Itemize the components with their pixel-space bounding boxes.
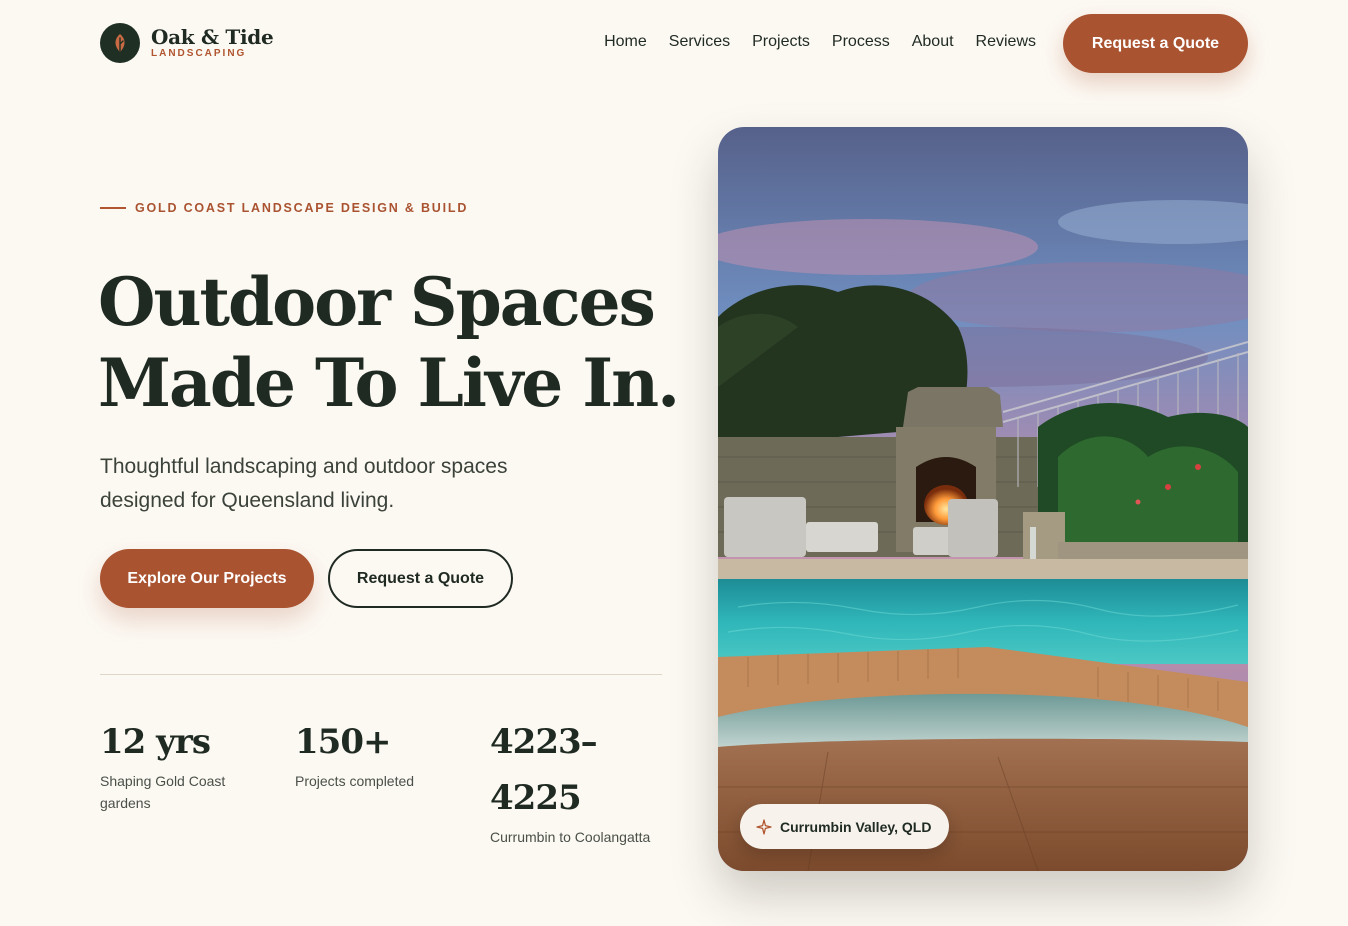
stat-years: 12 yrs Shaping Gold Coast gardens xyxy=(100,714,250,814)
location-badge: Currumbin Valley, QLD xyxy=(740,804,950,849)
stat-value: 12 yrs xyxy=(100,722,211,762)
headline-line-1: Outdoor Spaces xyxy=(98,263,656,341)
site-header: Oak & Tide LANDSCAPING Home Services Pro… xyxy=(100,14,1248,73)
nav-projects[interactable]: Projects xyxy=(752,33,810,51)
hero-eyebrow: GOLD COAST LANDSCAPE DESIGN & BUILD xyxy=(100,201,468,215)
location-text: Currumbin Valley, QLD xyxy=(780,818,932,835)
hero-headline: Outdoor Spaces Made To Live In. xyxy=(98,262,680,424)
nav-about[interactable]: About xyxy=(912,33,954,51)
nav-process[interactable]: Process xyxy=(832,33,890,51)
brand-tagline: LANDSCAPING xyxy=(151,48,247,59)
hero-image: Currumbin Valley, QLD xyxy=(718,127,1248,871)
eyebrow-text: GOLD COAST LANDSCAPE DESIGN & BUILD xyxy=(135,201,469,215)
sparkle-icon xyxy=(756,818,772,835)
stat-value: 150+ xyxy=(295,722,391,762)
stat-value: 4223–4225 xyxy=(490,722,598,818)
request-quote-button[interactable]: Request a Quote xyxy=(328,549,513,608)
leaf-icon xyxy=(100,23,140,63)
headline-line-2: Made To Live In. xyxy=(98,344,680,422)
explore-projects-button[interactable]: Explore Our Projects xyxy=(100,549,314,608)
hero-subheading: Thoughtful landscaping and outdoor space… xyxy=(100,455,508,512)
main-nav: Home Services Projects Process About Rev… xyxy=(604,33,1036,51)
brand-name: Oak & Tide xyxy=(151,25,274,49)
stat-projects: 150+ Projects completed xyxy=(295,714,465,792)
nav-reviews[interactable]: Reviews xyxy=(976,33,1036,51)
request-quote-header-button[interactable]: Request a Quote xyxy=(1063,14,1248,73)
stats-divider xyxy=(100,674,662,675)
nav-services[interactable]: Services xyxy=(669,33,730,51)
eyebrow-rule xyxy=(100,207,126,209)
stat-postcodes: 4223–4225 Currumbin to Coolangatta xyxy=(490,714,670,848)
stat-label: Shaping Gold Coast gardens xyxy=(100,773,226,811)
pool-fireplace-photo xyxy=(718,127,1248,871)
stat-label: Projects completed xyxy=(295,773,415,789)
stat-label: Currumbin to Coolangatta xyxy=(490,829,651,845)
nav-home[interactable]: Home xyxy=(604,33,647,51)
brand-logo[interactable]: Oak & Tide LANDSCAPING xyxy=(100,23,274,63)
